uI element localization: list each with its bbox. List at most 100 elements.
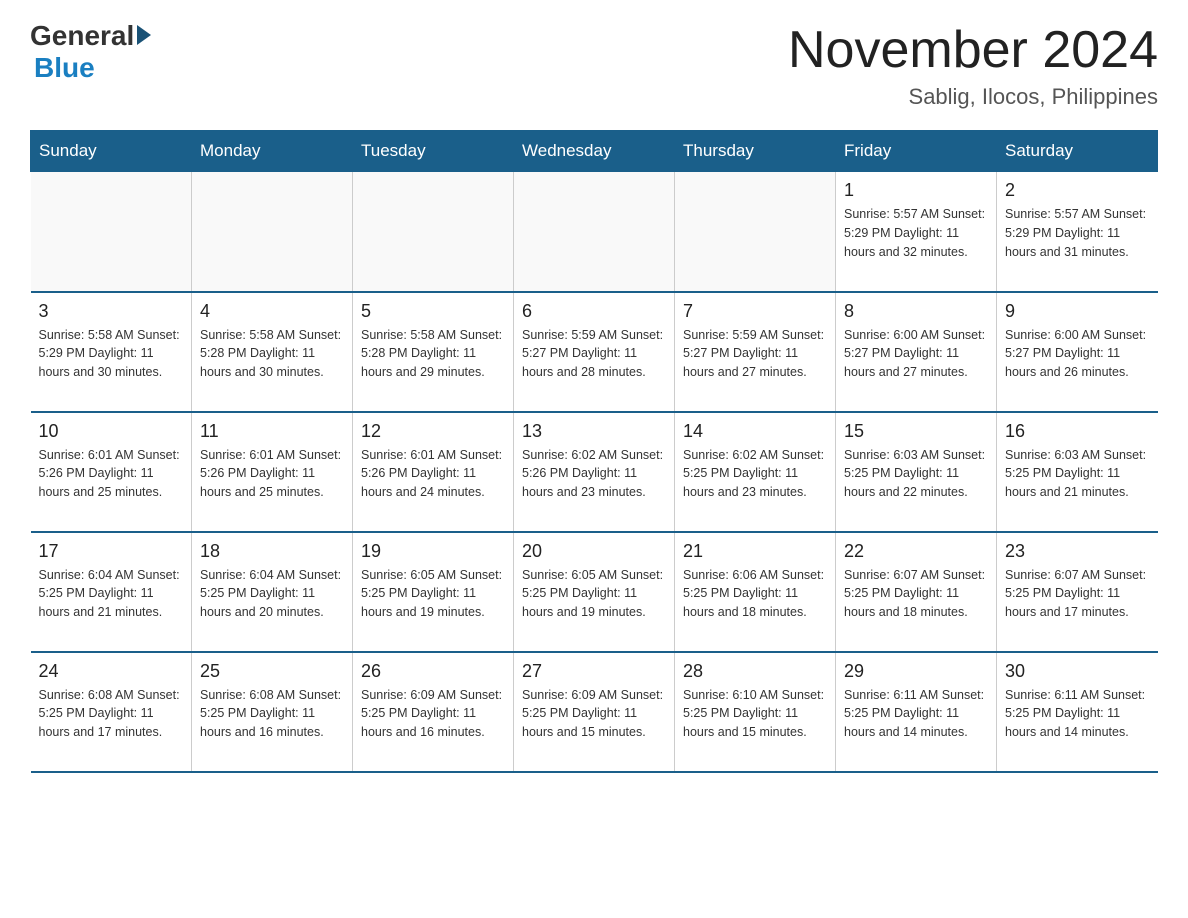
day-info: Sunrise: 6:02 AM Sunset: 5:25 PM Dayligh…	[683, 446, 827, 502]
table-row: 21 Sunrise: 6:06 AM Sunset: 5:25 PM Dayli…	[675, 532, 836, 652]
table-row: 17 Sunrise: 6:04 AM Sunset: 5:25 PM Dayli…	[31, 532, 192, 652]
day-info: Sunrise: 6:02 AM Sunset: 5:26 PM Dayligh…	[522, 446, 666, 502]
day-number: 11	[200, 421, 344, 442]
calendar-week-row: 24 Sunrise: 6:08 AM Sunset: 5:25 PM Dayli…	[31, 652, 1158, 772]
table-row: 7Sunrise: 5:59 AM Sunset: 5:27 PM Daylig…	[675, 292, 836, 412]
day-number: 4	[200, 301, 344, 322]
day-number: 17	[39, 541, 184, 562]
day-info: Sunrise: 6:06 AM Sunset: 5:25 PM Dayligh…	[683, 566, 827, 622]
day-number: 6	[522, 301, 666, 322]
day-info: Sunrise: 6:08 AM Sunset: 5:25 PM Dayligh…	[200, 686, 344, 742]
day-info: Sunrise: 5:59 AM Sunset: 5:27 PM Dayligh…	[522, 326, 666, 382]
table-row: 23 Sunrise: 6:07 AM Sunset: 5:25 PM Dayli…	[997, 532, 1158, 652]
table-row: 20 Sunrise: 6:05 AM Sunset: 5:25 PM Dayli…	[514, 532, 675, 652]
day-number: 21	[683, 541, 827, 562]
calendar-week-row: 17 Sunrise: 6:04 AM Sunset: 5:25 PM Dayli…	[31, 532, 1158, 652]
day-number: 10	[39, 421, 184, 442]
day-info: Sunrise: 6:11 AM Sunset: 5:25 PM Dayligh…	[1005, 686, 1150, 742]
day-info: Sunrise: 6:10 AM Sunset: 5:25 PM Dayligh…	[683, 686, 827, 742]
day-info: Sunrise: 6:01 AM Sunset: 5:26 PM Dayligh…	[200, 446, 344, 502]
day-info: Sunrise: 6:03 AM Sunset: 5:25 PM Dayligh…	[1005, 446, 1150, 502]
day-number: 29	[844, 661, 988, 682]
day-info: Sunrise: 6:03 AM Sunset: 5:25 PM Dayligh…	[844, 446, 988, 502]
day-number: 3	[39, 301, 184, 322]
day-number: 19	[361, 541, 505, 562]
table-row: 1 Sunrise: 5:57 AM Sunset: 5:29 PM Daylig…	[836, 172, 997, 292]
day-number: 15	[844, 421, 988, 442]
day-info: Sunrise: 6:07 AM Sunset: 5:25 PM Dayligh…	[1005, 566, 1150, 622]
day-info: Sunrise: 6:00 AM Sunset: 5:27 PM Dayligh…	[1005, 326, 1150, 382]
day-number: 20	[522, 541, 666, 562]
day-info: Sunrise: 5:58 AM Sunset: 5:28 PM Dayligh…	[361, 326, 505, 382]
table-row: 10 Sunrise: 6:01 AM Sunset: 5:26 PM Dayli…	[31, 412, 192, 532]
month-year-title: November 2024	[788, 20, 1158, 80]
col-monday: Monday	[192, 131, 353, 172]
col-wednesday: Wednesday	[514, 131, 675, 172]
day-number: 30	[1005, 661, 1150, 682]
day-number: 2	[1005, 180, 1150, 201]
table-row: 29 Sunrise: 6:11 AM Sunset: 5:25 PM Dayli…	[836, 652, 997, 772]
logo-general-text: General	[30, 20, 134, 52]
table-row: 22 Sunrise: 6:07 AM Sunset: 5:25 PM Dayli…	[836, 532, 997, 652]
table-row: 27 Sunrise: 6:09 AM Sunset: 5:25 PM Dayli…	[514, 652, 675, 772]
col-tuesday: Tuesday	[353, 131, 514, 172]
table-row	[675, 172, 836, 292]
table-row	[514, 172, 675, 292]
day-number: 5	[361, 301, 505, 322]
col-saturday: Saturday	[997, 131, 1158, 172]
table-row	[192, 172, 353, 292]
day-info: Sunrise: 6:01 AM Sunset: 5:26 PM Dayligh…	[39, 446, 184, 502]
table-row: 5 Sunrise: 5:58 AM Sunset: 5:28 PM Daylig…	[353, 292, 514, 412]
logo-arrow-icon	[137, 25, 151, 45]
day-number: 22	[844, 541, 988, 562]
table-row: 8 Sunrise: 6:00 AM Sunset: 5:27 PM Daylig…	[836, 292, 997, 412]
table-row: 12Sunrise: 6:01 AM Sunset: 5:26 PM Dayli…	[353, 412, 514, 532]
day-info: Sunrise: 5:57 AM Sunset: 5:29 PM Dayligh…	[844, 205, 988, 261]
day-info: Sunrise: 6:08 AM Sunset: 5:25 PM Dayligh…	[39, 686, 184, 742]
table-row: 13Sunrise: 6:02 AM Sunset: 5:26 PM Dayli…	[514, 412, 675, 532]
day-info: Sunrise: 5:58 AM Sunset: 5:29 PM Dayligh…	[39, 326, 184, 382]
day-info: Sunrise: 6:04 AM Sunset: 5:25 PM Dayligh…	[200, 566, 344, 622]
day-number: 28	[683, 661, 827, 682]
day-info: Sunrise: 5:59 AM Sunset: 5:27 PM Dayligh…	[683, 326, 827, 382]
table-row: 24 Sunrise: 6:08 AM Sunset: 5:25 PM Dayli…	[31, 652, 192, 772]
logo: General Blue	[30, 20, 151, 84]
day-info: Sunrise: 6:05 AM Sunset: 5:25 PM Dayligh…	[361, 566, 505, 622]
table-row: 3 Sunrise: 5:58 AM Sunset: 5:29 PM Daylig…	[31, 292, 192, 412]
table-row: 15 Sunrise: 6:03 AM Sunset: 5:25 PM Dayli…	[836, 412, 997, 532]
day-number: 8	[844, 301, 988, 322]
day-info: Sunrise: 5:57 AM Sunset: 5:29 PM Dayligh…	[1005, 205, 1150, 261]
calendar-header-row: Sunday Monday Tuesday Wednesday Thursday…	[31, 131, 1158, 172]
page-header: General Blue November 2024 Sablig, Iloco…	[30, 20, 1158, 110]
day-number: 1	[844, 180, 988, 201]
table-row: 19 Sunrise: 6:05 AM Sunset: 5:25 PM Dayli…	[353, 532, 514, 652]
table-row: 4Sunrise: 5:58 AM Sunset: 5:28 PM Daylig…	[192, 292, 353, 412]
table-row: 28 Sunrise: 6:10 AM Sunset: 5:25 PM Dayli…	[675, 652, 836, 772]
col-thursday: Thursday	[675, 131, 836, 172]
calendar-week-row: 3 Sunrise: 5:58 AM Sunset: 5:29 PM Daylig…	[31, 292, 1158, 412]
day-number: 27	[522, 661, 666, 682]
title-section: November 2024 Sablig, Ilocos, Philippine…	[788, 20, 1158, 110]
calendar-table: Sunday Monday Tuesday Wednesday Thursday…	[30, 130, 1158, 773]
day-number: 18	[200, 541, 344, 562]
day-number: 9	[1005, 301, 1150, 322]
day-number: 14	[683, 421, 827, 442]
logo-blue-text: Blue	[34, 52, 95, 83]
table-row: 25Sunrise: 6:08 AM Sunset: 5:25 PM Dayli…	[192, 652, 353, 772]
calendar-week-row: 1 Sunrise: 5:57 AM Sunset: 5:29 PM Daylig…	[31, 172, 1158, 292]
day-number: 24	[39, 661, 184, 682]
day-info: Sunrise: 6:07 AM Sunset: 5:25 PM Dayligh…	[844, 566, 988, 622]
day-number: 26	[361, 661, 505, 682]
table-row: 2 Sunrise: 5:57 AM Sunset: 5:29 PM Daylig…	[997, 172, 1158, 292]
table-row: 9 Sunrise: 6:00 AM Sunset: 5:27 PM Daylig…	[997, 292, 1158, 412]
day-info: Sunrise: 6:11 AM Sunset: 5:25 PM Dayligh…	[844, 686, 988, 742]
day-number: 16	[1005, 421, 1150, 442]
day-number: 23	[1005, 541, 1150, 562]
day-info: Sunrise: 6:05 AM Sunset: 5:25 PM Dayligh…	[522, 566, 666, 622]
day-info: Sunrise: 6:09 AM Sunset: 5:25 PM Dayligh…	[522, 686, 666, 742]
table-row: 26Sunrise: 6:09 AM Sunset: 5:25 PM Dayli…	[353, 652, 514, 772]
day-info: Sunrise: 6:00 AM Sunset: 5:27 PM Dayligh…	[844, 326, 988, 382]
day-info: Sunrise: 6:04 AM Sunset: 5:25 PM Dayligh…	[39, 566, 184, 622]
table-row: 16 Sunrise: 6:03 AM Sunset: 5:25 PM Dayli…	[997, 412, 1158, 532]
table-row: 11 Sunrise: 6:01 AM Sunset: 5:26 PM Dayli…	[192, 412, 353, 532]
